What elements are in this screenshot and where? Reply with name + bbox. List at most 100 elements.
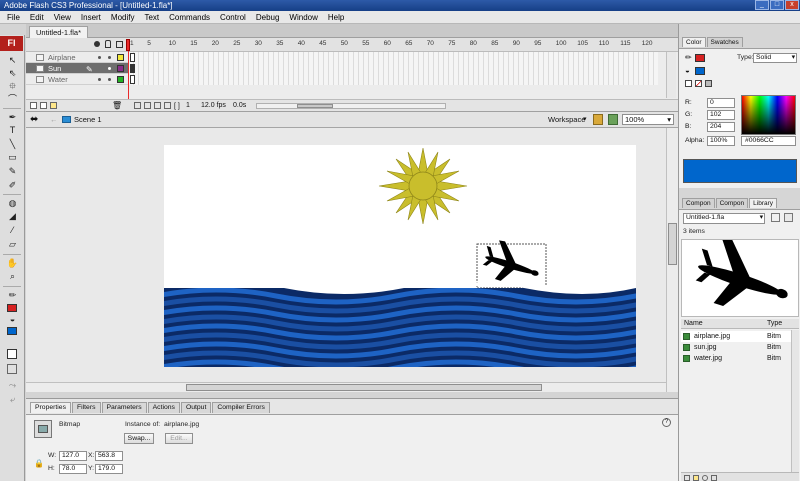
- sun-bitmap[interactable]: [378, 147, 468, 225]
- pen-tool-icon[interactable]: ✒: [4, 112, 21, 123]
- tab-parameters[interactable]: Parameters: [101, 402, 147, 413]
- water-bitmap[interactable]: [156, 282, 666, 374]
- back-arrow-icon[interactable]: ←: [50, 114, 58, 126]
- scroll-thumb[interactable]: [668, 223, 677, 265]
- maximize-button[interactable]: □: [770, 0, 784, 10]
- fill-swatch[interactable]: [695, 67, 705, 75]
- menu-modify[interactable]: Modify: [106, 11, 140, 24]
- swap-button[interactable]: Swap...: [124, 433, 154, 444]
- x-field[interactable]: 563.8: [95, 451, 123, 461]
- list-item[interactable]: sun.jpg Bitm: [681, 342, 799, 353]
- eyedropper-icon[interactable]: ⁄: [4, 225, 21, 236]
- keyframe[interactable]: [130, 75, 135, 84]
- center-frame-icon[interactable]: [134, 102, 141, 109]
- onion-skin-outlines-icon[interactable]: [154, 102, 161, 109]
- new-symbol-icon[interactable]: [684, 475, 690, 481]
- eraser-tool-icon[interactable]: ▱: [4, 239, 21, 250]
- menu-help[interactable]: Help: [323, 11, 349, 24]
- scroll-thumb[interactable]: [186, 384, 542, 391]
- tab-filters[interactable]: Filters: [71, 402, 101, 413]
- menu-commands[interactable]: Commands: [164, 11, 215, 24]
- stroke-color-swatch[interactable]: [7, 304, 17, 312]
- fill-color-icon[interactable]: ◒: [4, 314, 21, 325]
- hex-field[interactable]: #0066CC: [741, 136, 796, 146]
- free-transform-tool-icon[interactable]: ⯐: [4, 81, 21, 92]
- g-field[interactable]: 102: [707, 110, 735, 120]
- edit-scene-icon[interactable]: [593, 114, 603, 125]
- workspace-menu[interactable]: Workspace: [548, 114, 585, 126]
- pin-library-icon[interactable]: [771, 213, 780, 222]
- stroke-swatch[interactable]: [695, 54, 705, 62]
- col-type[interactable]: Type: [767, 319, 782, 329]
- smooth-icon[interactable]: ⤳: [4, 380, 21, 391]
- eye-icon[interactable]: [94, 41, 100, 47]
- brush-tool-icon[interactable]: ✐: [4, 180, 21, 191]
- ink-bottle-icon[interactable]: ◍: [4, 198, 21, 209]
- menu-edit[interactable]: Edit: [25, 11, 49, 24]
- tab-component-inspector[interactable]: Compon: [715, 198, 749, 208]
- col-name[interactable]: Name: [684, 319, 703, 329]
- menu-window[interactable]: Window: [284, 11, 322, 24]
- width-field[interactable]: 127.0: [59, 451, 87, 461]
- zoom-select[interactable]: 100% ▾: [622, 114, 674, 125]
- lock-icon[interactable]: 🔒: [34, 459, 44, 468]
- tab-actions[interactable]: Actions: [147, 402, 180, 413]
- scroll-thumb[interactable]: [297, 104, 333, 108]
- fill-color-icon[interactable]: ◒: [685, 66, 690, 75]
- layer-outline-color[interactable]: [117, 65, 124, 72]
- frame-rate[interactable]: 12.0 fps: [201, 100, 226, 112]
- keyframe[interactable]: [130, 64, 135, 73]
- onion-skin-icon[interactable]: [144, 102, 151, 109]
- tab-color[interactable]: Color: [682, 37, 706, 47]
- list-item[interactable]: airplane.jpg Bitm: [681, 331, 799, 342]
- paint-bucket-icon[interactable]: ◢: [4, 211, 21, 222]
- lasso-tool-icon[interactable]: ⌒: [4, 94, 21, 105]
- library-document-select[interactable]: Untitled-1.fla ▾: [683, 213, 765, 224]
- layer-sun[interactable]: Sun ✎: [26, 63, 128, 74]
- properties-icon[interactable]: [702, 475, 708, 481]
- outline-icon[interactable]: [116, 41, 123, 48]
- tab-library[interactable]: Library: [749, 198, 778, 208]
- tab-compiler-errors[interactable]: Compiler Errors: [212, 402, 270, 413]
- rectangle-tool-icon[interactable]: ▭: [4, 152, 21, 163]
- lock-icon[interactable]: [105, 40, 111, 48]
- tab-swatches[interactable]: Swatches: [706, 37, 743, 47]
- stroke-color-icon[interactable]: ✏: [685, 53, 692, 62]
- snap-to-objects-icon[interactable]: [7, 364, 17, 374]
- tab-components[interactable]: Compon: [682, 198, 715, 208]
- stage-h-scrollbar[interactable]: [26, 382, 666, 392]
- expand-icon[interactable]: ⬌: [30, 114, 38, 126]
- selection-tool-icon[interactable]: ↖: [4, 55, 21, 66]
- new-library-panel-icon[interactable]: [784, 213, 793, 222]
- text-tool-icon[interactable]: T: [4, 125, 21, 136]
- layer-lock-dot[interactable]: [108, 67, 111, 70]
- close-button[interactable]: x: [785, 0, 799, 10]
- layer-lock-dot[interactable]: [108, 78, 111, 81]
- menu-file[interactable]: File: [2, 11, 25, 24]
- timeline-h-scrollbar[interactable]: [256, 103, 446, 109]
- tab-output[interactable]: Output: [180, 402, 212, 413]
- subselection-tool-icon[interactable]: ⇖: [4, 68, 21, 79]
- menu-debug[interactable]: Debug: [251, 11, 285, 24]
- edit-multiple-frames-icon[interactable]: [164, 102, 171, 109]
- insert-folder-icon[interactable]: [50, 102, 57, 109]
- tab-properties[interactable]: Properties: [30, 402, 71, 413]
- menu-insert[interactable]: Insert: [76, 11, 106, 24]
- fill-color-swatch[interactable]: [7, 327, 17, 335]
- layer-visibility-dot[interactable]: [98, 78, 101, 81]
- b-field[interactable]: 204: [707, 122, 735, 132]
- edit-symbols-icon[interactable]: [608, 114, 618, 125]
- alpha-field[interactable]: 100%: [707, 136, 735, 146]
- workspace-dropdown-icon[interactable]: ▾: [583, 114, 587, 126]
- hand-tool-icon[interactable]: ✋: [4, 258, 21, 269]
- type-select[interactable]: Solid ▾: [753, 53, 797, 63]
- layer-lock-dot[interactable]: [108, 56, 111, 59]
- help-icon[interactable]: ?: [662, 418, 671, 427]
- swap-colors-icon[interactable]: [7, 349, 17, 359]
- color-spectrum[interactable]: [741, 95, 796, 135]
- library-scrollbar[interactable]: [791, 330, 799, 472]
- document-tab[interactable]: Untitled-1.fla*: [29, 26, 89, 38]
- line-tool-icon[interactable]: ╲: [4, 139, 21, 150]
- menu-control[interactable]: Control: [215, 11, 251, 24]
- stroke-color-icon[interactable]: ✏: [4, 290, 21, 301]
